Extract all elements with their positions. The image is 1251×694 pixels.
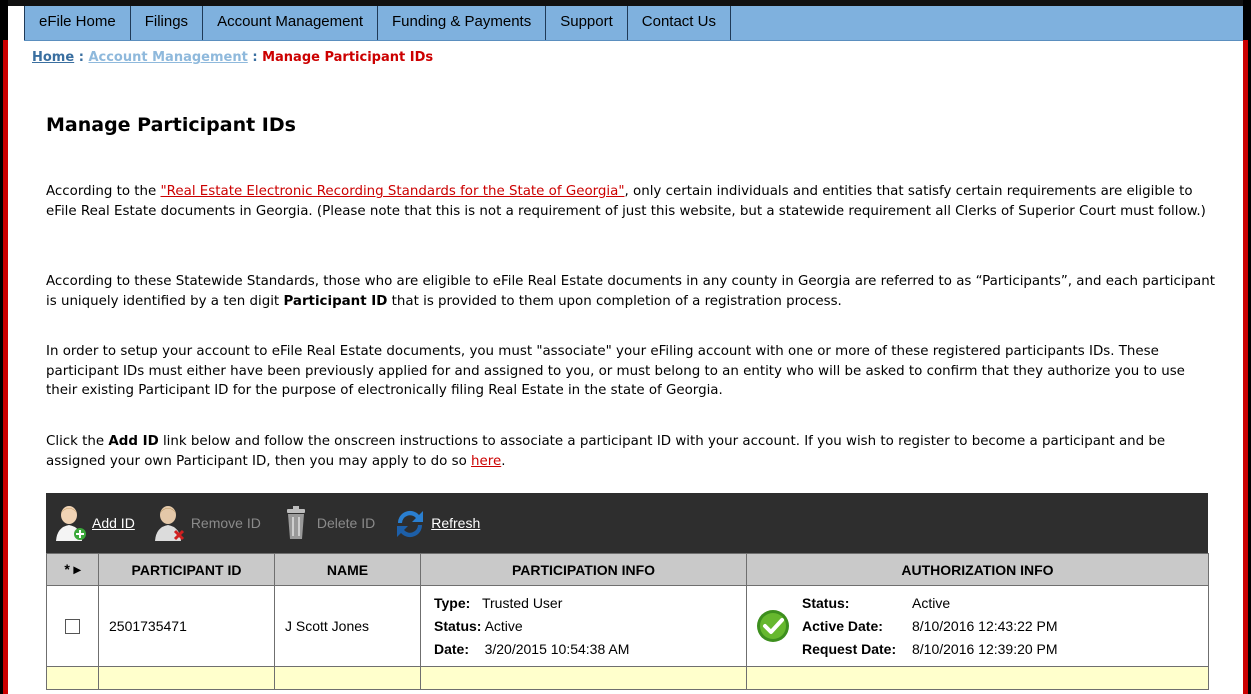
- breadcrumb-home-link[interactable]: Home: [32, 50, 74, 65]
- type-line: Type: Trusted User: [434, 592, 745, 615]
- intro-paragraph-associate: In order to setup your account to eFile …: [46, 344, 1185, 398]
- trash-icon: [286, 506, 305, 539]
- text: Click the: [46, 434, 109, 449]
- nav-filings[interactable]: Filings: [129, 6, 202, 40]
- nav-contact-us[interactable]: Contact Us: [626, 6, 731, 40]
- auth-status-label: Status:: [802, 594, 850, 611]
- delete-id-label: Delete ID: [316, 515, 376, 531]
- grid-toolbar: Add ID Remove ID Delete ID Refresh: [46, 493, 1208, 553]
- breadcrumb-separator: :: [74, 50, 89, 65]
- row-select-cell: [46, 585, 99, 667]
- remove-user-icon: [154, 506, 184, 541]
- remove-id-label: Remove ID: [190, 515, 261, 531]
- participant-id-cell: 2501735471: [98, 585, 275, 667]
- active-date-value: 8/10/2016 12:43:22 PM: [912, 617, 1058, 634]
- add-id-label: Add ID: [92, 515, 135, 531]
- type-label: Type:: [434, 594, 471, 611]
- refresh-label: Refresh: [431, 515, 481, 531]
- main-nav: eFile Home Filings Account Management Fu…: [24, 6, 1243, 41]
- request-date-label: Request Date:: [802, 640, 897, 657]
- status-label: Status:: [434, 617, 482, 634]
- nav-funding-payments[interactable]: Funding & Payments: [376, 6, 545, 40]
- text: that is provided to them upon completion…: [387, 293, 842, 309]
- nav-support[interactable]: Support: [545, 6, 627, 40]
- request-date-line: Request Date: 8/10/2016 12:39:20 PM: [802, 638, 1058, 661]
- page-title: Manage Participant IDs: [46, 114, 296, 136]
- add-id-button[interactable]: Add ID: [54, 503, 135, 543]
- active-date-line: Active Date: 8/10/2016 12:43:22 PM: [802, 615, 1058, 638]
- name-cell: J Scott Jones: [274, 585, 421, 667]
- status-value: Active: [484, 617, 523, 634]
- authorization-info-cell: Status: Active Active Date: 8/10/2016 12:4…: [746, 585, 1209, 667]
- bold-participant-id: Participant ID: [283, 293, 388, 309]
- delete-id-button[interactable]: Delete ID: [279, 503, 375, 543]
- text: .: [501, 453, 506, 469]
- row-cell: [98, 666, 275, 690]
- remove-id-button[interactable]: Remove ID: [153, 503, 261, 543]
- refresh-button[interactable]: Refresh: [393, 503, 480, 543]
- row-cell: [46, 666, 99, 690]
- participation-info: Type: Trusted User Status: Active Date: …: [422, 592, 745, 661]
- status-line: Status: Active: [434, 615, 745, 638]
- text: link below and follow the onscreen instr…: [46, 434, 1166, 469]
- breadcrumb-account-link[interactable]: Account Management: [88, 50, 247, 65]
- left-border: [0, 0, 8, 694]
- participant-ids-table: * ▸ PARTICIPANT ID NAME PARTICIPATION IN…: [46, 553, 1209, 690]
- standards-link[interactable]: "Real Estate Electronic Recording Standa…: [161, 184, 625, 199]
- authorization-info: Status: Active Active Date: 8/10/2016 12:4…: [748, 592, 1207, 661]
- row-cell: [746, 666, 1209, 690]
- row-cell: [274, 666, 421, 690]
- table-row[interactable]: 2501735471 J Scott Jones Type: Trusted U…: [46, 585, 1209, 667]
- row-checkbox[interactable]: [65, 618, 80, 634]
- authorization-info-column-header[interactable]: AUTHORIZATION INFO: [746, 553, 1209, 586]
- intro-paragraph-standards: According to the "Real Estate Electronic…: [46, 182, 1216, 221]
- right-border: [1243, 0, 1251, 694]
- type-value: Trusted User: [481, 594, 563, 611]
- breadcrumb-current: Manage Participant IDs: [262, 50, 434, 65]
- participation-info-cell: Type: Trusted User Status: Active Date: …: [420, 585, 747, 667]
- auth-status-value: Active: [912, 594, 951, 611]
- apply-here-link[interactable]: here: [471, 454, 501, 469]
- nav-efile-home[interactable]: eFile Home: [24, 6, 130, 40]
- date-value: 3/20/2015 10:54:38 AM: [484, 640, 630, 657]
- participant-ids-grid: Add ID Remove ID Delete ID Refresh * ▸ P…: [46, 493, 1209, 694]
- refresh-icon: [397, 510, 424, 538]
- name-column-header[interactable]: NAME: [274, 553, 421, 586]
- select-column-header[interactable]: * ▸: [46, 553, 99, 586]
- date-label: Date:: [434, 640, 470, 657]
- participation-info-column-header[interactable]: PARTICIPATION INFO: [420, 553, 747, 586]
- row-cell: [420, 666, 747, 690]
- bold-add-id: Add ID: [108, 434, 159, 449]
- auth-status-line: Status: Active: [802, 592, 1058, 615]
- breadcrumb: Home : Account Management : Manage Parti…: [32, 50, 433, 65]
- add-user-icon: [56, 506, 86, 541]
- intro-paragraph-participants: According to these Statewide Standards, …: [46, 272, 1216, 311]
- table-header-row: * ▸ PARTICIPANT ID NAME PARTICIPATION IN…: [46, 553, 1209, 586]
- authorization-details: Status: Active Active Date: 8/10/2016 12:4…: [802, 592, 1058, 661]
- active-check-icon: [757, 610, 789, 642]
- table-row[interactable]: [46, 666, 1209, 690]
- participant-id-column-header[interactable]: PARTICIPANT ID: [98, 553, 275, 586]
- nav-account-management[interactable]: Account Management: [202, 6, 377, 40]
- text: According to the: [46, 184, 161, 199]
- request-date-value: 8/10/2016 12:39:20 PM: [912, 640, 1058, 657]
- active-date-label: Active Date:: [802, 617, 883, 634]
- breadcrumb-separator: :: [247, 50, 263, 65]
- date-line: Date: 3/20/2015 10:54:38 AM: [434, 638, 745, 661]
- intro-paragraph-add-id: Click the Add ID link below and follow t…: [46, 432, 1216, 471]
